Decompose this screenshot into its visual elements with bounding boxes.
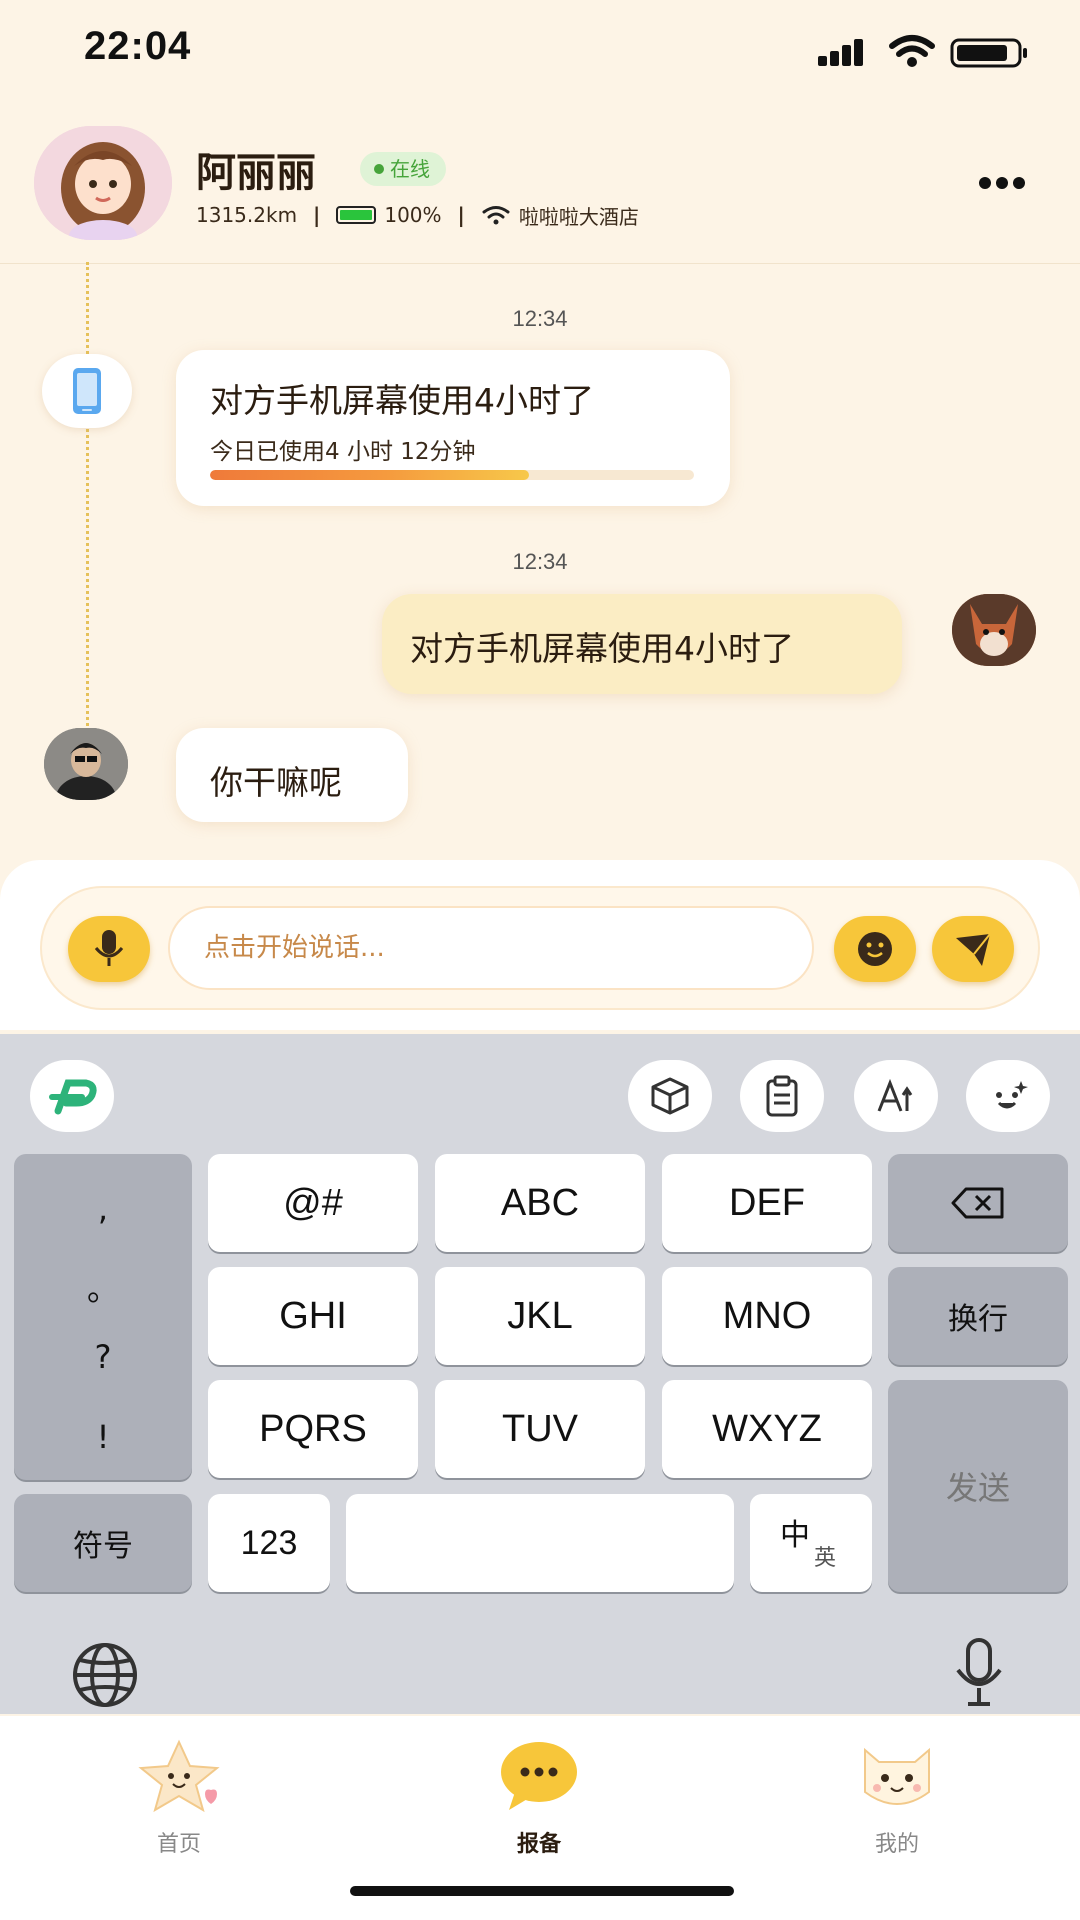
screen-time-progress-bar	[210, 470, 694, 480]
online-status-badge: 在线	[360, 152, 446, 186]
status-time: 22:04	[84, 24, 192, 68]
wink-face-icon	[996, 1081, 1028, 1109]
key-symbols-at[interactable]: @#	[208, 1154, 418, 1252]
wifi-name-text: 啦啦啦大酒店	[518, 204, 639, 229]
lang-main-label: 中	[780, 1518, 810, 1553]
phone-icon	[73, 368, 101, 414]
font-size-button[interactable]	[854, 1060, 938, 1132]
phone-node	[42, 354, 132, 428]
distance-text: 1315.2km	[196, 203, 298, 227]
punctuation-column[interactable]: , 。 ? !	[14, 1154, 192, 1480]
key-def[interactable]: DEF	[662, 1154, 872, 1252]
battery-text: 100%	[384, 203, 442, 227]
key-wxyz[interactable]: WXYZ	[662, 1380, 872, 1478]
home-indicator	[350, 1886, 734, 1896]
microphone-icon	[94, 930, 124, 966]
battery-level-icon	[336, 206, 377, 224]
punct-exclaim-key[interactable]: !	[14, 1418, 192, 1456]
punct-question-key[interactable]: ?	[14, 1338, 192, 1376]
meta-separator: |	[457, 203, 465, 227]
send-key[interactable]: 发送	[888, 1380, 1068, 1592]
newline-key[interactable]: 换行	[888, 1267, 1068, 1365]
tab-report-label: 报备	[516, 1832, 561, 1857]
ime-logo-button[interactable]	[30, 1060, 114, 1132]
punct-period-key[interactable]: 。	[14, 1264, 192, 1310]
cube-icon	[651, 1077, 689, 1115]
contact-avatar[interactable]	[34, 126, 172, 240]
contact-small-avatar[interactable]	[44, 728, 128, 800]
message-timestamp: 12:34	[512, 306, 568, 331]
wifi-small-icon	[482, 206, 510, 225]
key-jkl[interactable]: JKL	[435, 1267, 645, 1365]
send-button[interactable]	[932, 916, 1014, 982]
contact-meta: 1315.2km | 100% | 啦啦啦大酒店	[196, 202, 639, 229]
key-pqrs[interactable]: PQRS	[208, 1380, 418, 1478]
wifi-icon	[889, 35, 935, 67]
tab-mine[interactable]: 我的	[842, 1736, 952, 1858]
cellular-signal-icon	[818, 39, 863, 66]
screen-time-subtitle: 今日已使用4 小时 12分钟	[210, 439, 476, 465]
clipboard-button[interactable]	[740, 1060, 824, 1132]
sticker-box-button[interactable]	[628, 1060, 712, 1132]
chat-bubble-icon	[501, 1742, 577, 1810]
space-key[interactable]	[346, 1494, 734, 1592]
tab-home-label: 首页	[156, 1832, 201, 1857]
screen-time-title: 对方手机屏幕使用4小时了	[210, 381, 594, 420]
outgoing-message-text: 对方手机屏幕使用4小时了	[410, 629, 794, 668]
emoji-button[interactable]	[834, 916, 916, 982]
key-tuv[interactable]: TUV	[435, 1380, 645, 1478]
key-abc[interactable]: ABC	[435, 1154, 645, 1252]
more-options-icon[interactable]	[978, 176, 1026, 190]
timeline-dotted-line	[86, 262, 89, 732]
backspace-icon	[951, 1187, 1004, 1219]
progress-fill	[210, 470, 530, 480]
incoming-message-text: 你干嘛呢	[210, 763, 342, 802]
my-avatar[interactable]	[952, 594, 1036, 666]
cat-mascot-icon	[864, 1747, 930, 1805]
backspace-key[interactable]	[888, 1154, 1068, 1252]
number-key[interactable]: 123	[208, 1494, 330, 1592]
voice-button[interactable]	[68, 916, 150, 982]
smiley-icon	[858, 932, 892, 966]
message-timestamp: 12:34	[512, 549, 568, 574]
message-input[interactable]	[168, 906, 814, 990]
battery-icon	[950, 38, 1027, 68]
tab-home[interactable]: 首页	[124, 1736, 234, 1858]
meta-separator: |	[313, 203, 321, 227]
paper-plane-icon	[956, 933, 991, 966]
tab-report[interactable]: 报备	[484, 1736, 594, 1858]
key-mno[interactable]: MNO	[662, 1267, 872, 1365]
lang-sub-label: 英	[814, 1546, 837, 1571]
online-label: 在线	[390, 157, 430, 181]
star-mascot-icon	[138, 1739, 220, 1813]
emoji-face-button[interactable]	[966, 1060, 1050, 1132]
dictation-microphone-icon[interactable]	[952, 1636, 1006, 1710]
ime-logo-icon	[49, 1079, 97, 1115]
online-dot-icon	[374, 164, 384, 174]
tab-mine-label: 我的	[874, 1832, 919, 1857]
language-switch-key[interactable]: 中 英	[750, 1494, 872, 1592]
font-size-icon	[877, 1078, 913, 1112]
contact-name: 阿丽丽	[196, 150, 316, 196]
key-ghi[interactable]: GHI	[208, 1267, 418, 1365]
punct-comma-key[interactable]: ,	[14, 1190, 192, 1228]
globe-icon[interactable]	[70, 1640, 140, 1710]
clipboard-icon	[766, 1075, 798, 1117]
symbols-key[interactable]: 符号	[14, 1494, 192, 1592]
